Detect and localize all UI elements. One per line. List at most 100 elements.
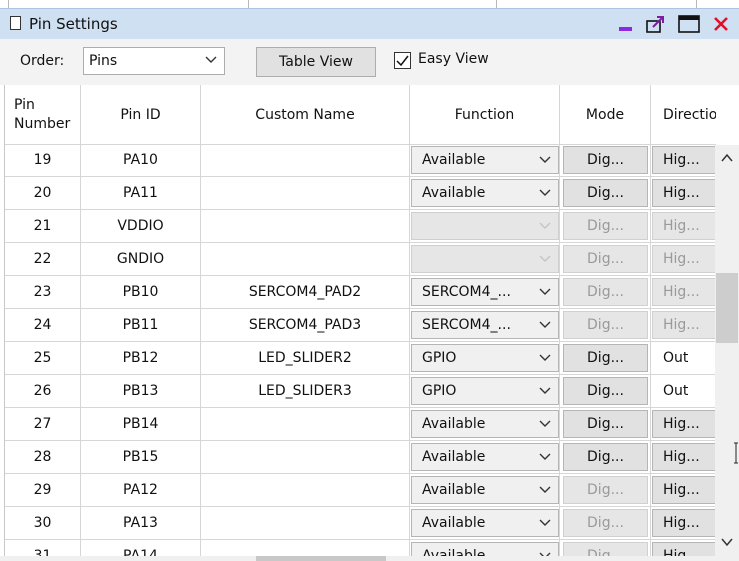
header-pin-number[interactable]: Pin Number	[5, 85, 81, 144]
header-direction[interactable]: Directio	[651, 85, 716, 144]
custom-name-cell[interactable]: LED_SLIDER2	[201, 342, 410, 374]
table-row[interactable]: 30 PA13 Available Dig... Hig...	[5, 507, 716, 540]
pin-id-cell: PA11	[81, 177, 201, 209]
function-select[interactable]: Available	[411, 476, 559, 504]
mode-button[interactable]: Dig...	[563, 179, 648, 207]
vertical-scrollbar[interactable]	[715, 145, 739, 556]
pin-id-cell: PA10	[81, 144, 201, 176]
strip-divider	[496, 0, 497, 8]
order-label: Order:	[20, 53, 65, 69]
custom-name-cell[interactable]	[201, 177, 410, 209]
direction-button[interactable]: Hig...	[652, 542, 716, 556]
function-select[interactable]: Available	[411, 410, 559, 438]
table-view-button[interactable]: Table View	[256, 47, 376, 77]
function-select-value: Available	[422, 482, 486, 498]
window-title: Pin Settings	[29, 15, 118, 33]
mode-button: Dig...	[563, 245, 648, 273]
header-custom-name[interactable]: Custom Name	[201, 85, 410, 144]
horizontal-scrollbar-thumb[interactable]	[256, 556, 386, 561]
pin-id-cell: PA14	[81, 540, 201, 556]
horizontal-scrollbar[interactable]	[0, 556, 739, 561]
mode-button: Dig...	[563, 476, 648, 504]
direction-button[interactable]: Hig...	[652, 509, 716, 537]
pin-id-cell: PB14	[81, 408, 201, 440]
direction-button[interactable]: Hig...	[652, 146, 716, 174]
mode-button: Dig...	[563, 509, 648, 537]
chevron-down-icon	[539, 321, 551, 328]
direction-button[interactable]: Hig...	[652, 410, 716, 438]
table-row[interactable]: 22 GNDIO Dig... Hig...	[5, 243, 716, 276]
chevron-down-icon	[205, 56, 217, 63]
table-row[interactable]: 20 PA11 Available Dig... Hig...	[5, 177, 716, 210]
direction-button[interactable]: Hig...	[652, 443, 716, 471]
header-mode[interactable]: Mode	[560, 85, 651, 144]
mode-button[interactable]: Dig...	[563, 344, 648, 372]
header-pin-id[interactable]: Pin ID	[81, 85, 201, 144]
custom-name-cell[interactable]	[201, 144, 410, 176]
easy-view-checkbox[interactable]	[394, 52, 411, 69]
chevron-down-icon	[539, 255, 551, 262]
pin-number-cell: 21	[5, 210, 81, 242]
function-select[interactable]: GPIO	[411, 377, 559, 405]
chevron-down-icon	[539, 189, 551, 196]
mode-button[interactable]: Dig...	[563, 146, 648, 174]
mode-button: Dig...	[563, 311, 648, 339]
mode-button[interactable]: Dig...	[563, 443, 648, 471]
table-row[interactable]: 24 PB11 SERCOM4_PAD3 SERCOM4_... Dig... Hig..…	[5, 309, 716, 342]
direction-button[interactable]: Hig...	[652, 476, 716, 504]
custom-name-cell[interactable]	[201, 243, 410, 275]
direction-button[interactable]: Out	[652, 344, 716, 372]
custom-name-cell[interactable]	[201, 507, 410, 539]
custom-name-cell[interactable]	[201, 408, 410, 440]
direction-button: Hig...	[652, 245, 716, 273]
function-select-value: Available	[422, 515, 486, 531]
table-row[interactable]: 21 VDDIO Dig... Hig...	[5, 210, 716, 243]
direction-button[interactable]: Out	[652, 377, 716, 405]
maximize-icon	[678, 15, 700, 33]
pin-number-cell: 29	[5, 474, 81, 506]
function-select[interactable]: Available	[411, 179, 559, 207]
table-row[interactable]: 19 PA10 Available Dig... Hig...	[5, 144, 716, 177]
table-row[interactable]: 28 PB15 Available Dig... Hig...	[5, 441, 716, 474]
function-select-value: Available	[422, 185, 486, 201]
header-function[interactable]: Function	[410, 85, 560, 144]
chevron-down-icon	[539, 288, 551, 295]
chevron-down-icon	[539, 420, 551, 427]
custom-name-cell[interactable]	[201, 441, 410, 473]
pin-id-cell: PA13	[81, 507, 201, 539]
table-row[interactable]: 25 PB12 LED_SLIDER2 GPIO Dig... Out	[5, 342, 716, 375]
custom-name-cell[interactable]: LED_SLIDER3	[201, 375, 410, 407]
function-select[interactable]: SERCOM4_...	[411, 278, 559, 306]
function-select[interactable]: Available	[411, 443, 559, 471]
close-button[interactable]	[711, 14, 733, 34]
function-select[interactable]: Available	[411, 146, 559, 174]
chevron-up-icon[interactable]	[721, 153, 733, 163]
table-row[interactable]: 31 PA14 Available Dig... Hig...	[5, 540, 716, 556]
order-select[interactable]: Pins	[83, 47, 225, 75]
custom-name-cell[interactable]	[201, 210, 410, 242]
mode-button[interactable]: Dig...	[563, 410, 648, 438]
table-row[interactable]: 23 PB10 SERCOM4_PAD2 SERCOM4_... Dig... Hig..…	[5, 276, 716, 309]
table-row[interactable]: 27 PB14 Available Dig... Hig...	[5, 408, 716, 441]
pin-number-cell: 30	[5, 507, 81, 539]
document-icon	[10, 16, 21, 30]
chevron-down-icon[interactable]	[721, 537, 733, 547]
function-select[interactable]: Available	[411, 542, 559, 556]
custom-name-cell[interactable]	[201, 474, 410, 506]
float-window-button[interactable]	[645, 14, 667, 34]
custom-name-cell[interactable]: SERCOM4_PAD2	[201, 276, 410, 308]
function-select-value: SERCOM4_...	[422, 317, 511, 333]
custom-name-cell[interactable]: SERCOM4_PAD3	[201, 309, 410, 341]
direction-button[interactable]: Hig...	[652, 179, 716, 207]
maximize-button[interactable]	[677, 14, 700, 34]
table-row[interactable]: 26 PB13 LED_SLIDER3 GPIO Dig... Out	[5, 375, 716, 408]
mode-button[interactable]: Dig...	[563, 377, 648, 405]
custom-name-cell[interactable]	[201, 540, 410, 556]
function-select[interactable]: Available	[411, 509, 559, 537]
minimize-button[interactable]	[615, 14, 637, 34]
function-select[interactable]: GPIO	[411, 344, 559, 372]
scrollbar-thumb[interactable]	[716, 273, 738, 343]
table-row[interactable]: 29 PA12 Available Dig... Hig...	[5, 474, 716, 507]
function-select[interactable]: SERCOM4_...	[411, 311, 559, 339]
window-titlebar[interactable]: Pin Settings	[0, 8, 739, 40]
